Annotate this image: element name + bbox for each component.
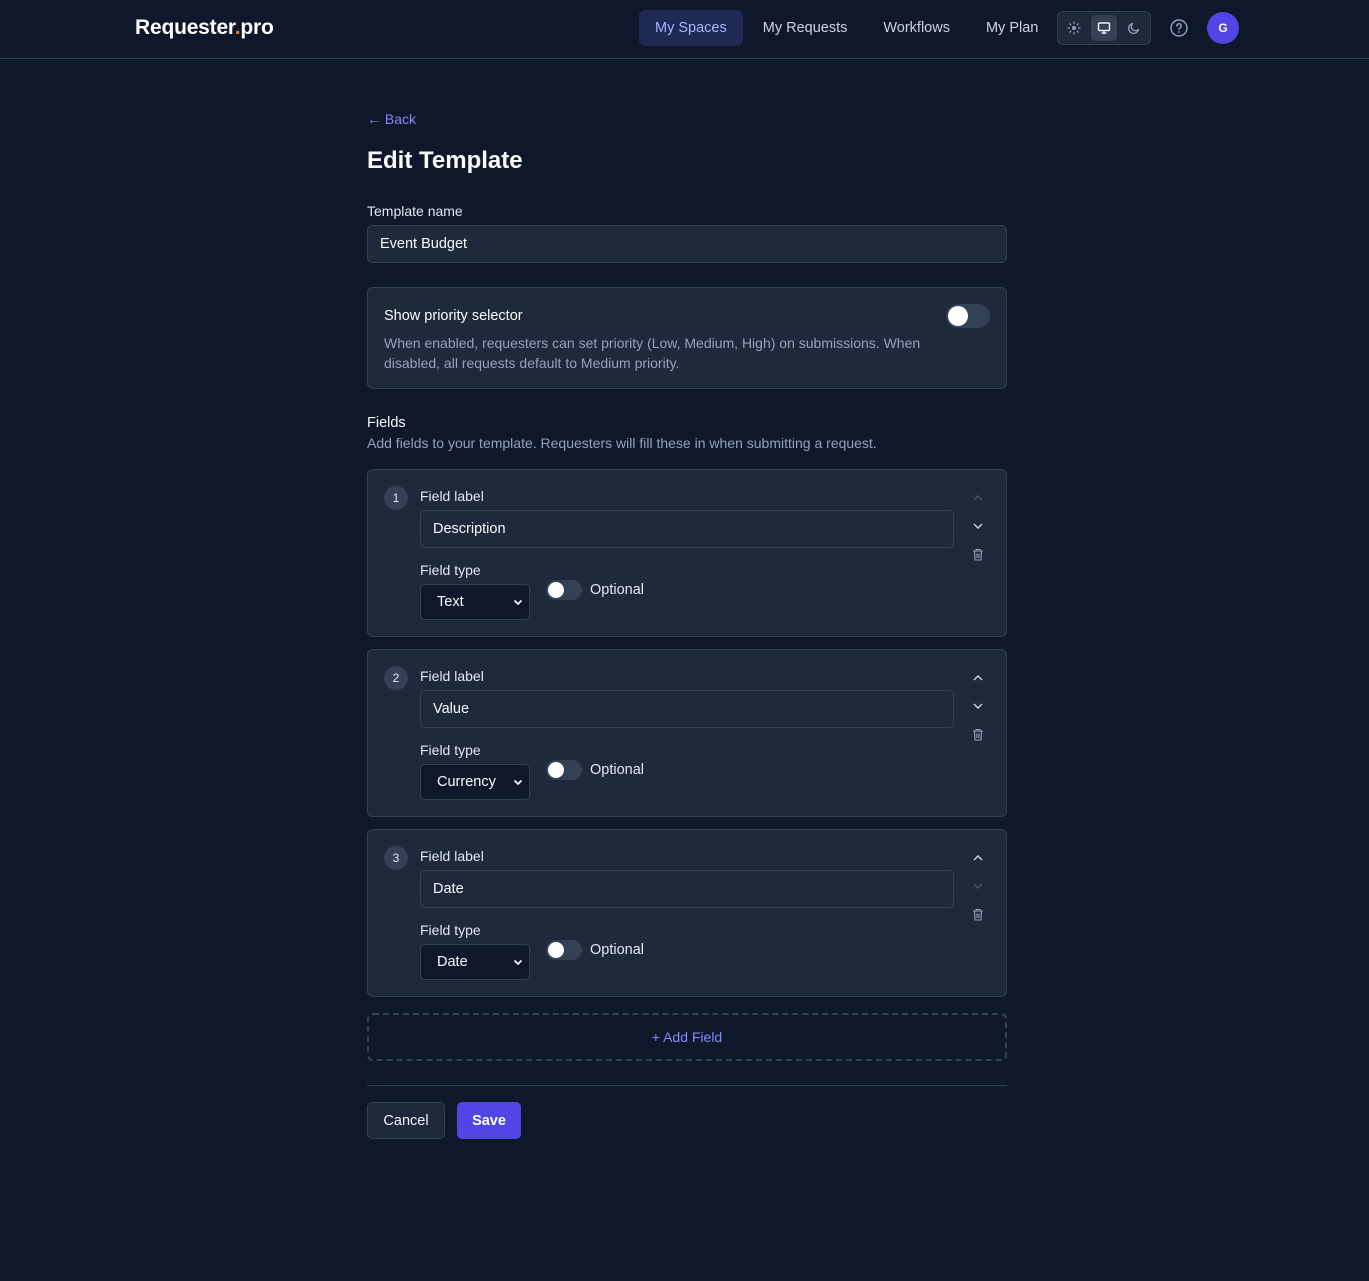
move-down-button[interactable] [968,876,988,896]
move-down-button[interactable] [968,696,988,716]
help-button[interactable] [1169,18,1189,38]
dark-theme-button[interactable] [1120,15,1147,41]
help-circle-icon [1170,19,1188,37]
moon-icon [1127,22,1139,35]
field-type-value: Date [437,954,468,970]
add-field-button[interactable]: + Add Field [367,1013,1007,1061]
delete-field-button[interactable] [968,544,988,564]
field-label-caption: Field label [420,668,484,684]
priority-selector-toggle[interactable] [946,304,990,328]
optional-label: Optional [590,762,645,778]
optional-toggle[interactable] [546,760,582,780]
field-type-value: Currency [437,774,496,790]
cancel-button[interactable]: Cancel [367,1102,445,1139]
chevron-down-icon [973,523,983,529]
field-label-caption: Field label [420,488,484,504]
field-type-caption: Field type [420,562,481,578]
page-title: Edit Template [367,147,523,174]
chevron-up-icon [973,495,983,501]
move-up-button[interactable] [968,668,988,688]
field-card-1: 1 Field label Description Field type Tex… [367,469,1007,637]
field-type-caption: Field type [420,742,481,758]
optional-toggle[interactable] [546,580,582,600]
optional-label: Optional [590,582,645,598]
save-button[interactable]: Save [457,1102,521,1139]
trash-icon [973,548,983,561]
nav-workflows[interactable]: Workflows [867,10,966,46]
template-name-input[interactable]: Event Budget [367,225,1007,263]
field-card-3: 3 Field label Date Field type Date Optio… [367,829,1007,997]
light-theme-button[interactable] [1061,15,1088,41]
fields-section-title: Fields [367,415,406,431]
priority-selector-title: Show priority selector [384,308,523,324]
field-type-select[interactable]: Currency [420,764,530,800]
system-theme-button[interactable] [1090,15,1118,41]
field-type-value: Text [437,594,464,610]
toggle-knob [548,942,564,958]
fields-section-description: Add fields to your template. Requesters … [367,435,877,451]
field-card-2: 2 Field label Value Field type Currency … [367,649,1007,817]
chevron-down-icon [513,599,523,606]
divider [367,1085,1007,1086]
toggle-knob [548,762,564,778]
sun-icon [1067,21,1081,35]
move-down-button[interactable] [968,516,988,536]
chevron-up-icon [973,675,983,681]
chevron-down-icon [973,703,983,709]
user-avatar[interactable]: G [1207,12,1239,44]
field-label-caption: Field label [420,848,484,864]
chevron-down-icon [513,779,523,786]
nav-my-spaces[interactable]: My Spaces [639,10,743,46]
field-type-caption: Field type [420,922,481,938]
priority-selector-description: When enabled, requesters can set priorit… [384,335,921,371]
field-number-badge: 2 [384,666,408,690]
theme-switcher [1057,11,1151,45]
optional-label: Optional [590,942,645,958]
template-name-label: Template name [367,203,463,219]
chevron-down-icon [513,959,523,966]
monitor-icon [1097,22,1111,34]
app-logo[interactable]: Requester.pro [135,16,274,40]
move-up-button[interactable] [968,848,988,868]
optional-toggle[interactable] [546,940,582,960]
field-label-input[interactable]: Description [420,510,954,548]
trash-icon [973,728,983,741]
toggle-knob [948,306,968,326]
chevron-down-icon [973,883,983,889]
priority-selector-card: Show priority selector When enabled, req… [367,287,1007,389]
move-up-button[interactable] [968,488,988,508]
chevron-up-icon [973,855,983,861]
trash-icon [973,908,983,921]
field-type-select[interactable]: Text [420,584,530,620]
back-link[interactable]: ← Back [367,111,416,127]
field-label-input[interactable]: Date [420,870,954,908]
field-number-badge: 1 [384,486,408,510]
field-type-select[interactable]: Date [420,944,530,980]
nav-my-plan[interactable]: My Plan [970,10,1054,46]
toggle-knob [548,582,564,598]
main-nav: My Spaces My Requests Workflows My Plan [639,10,1058,46]
nav-my-requests[interactable]: My Requests [747,10,864,46]
delete-field-button[interactable] [968,724,988,744]
field-number-badge: 3 [384,846,408,870]
top-navigation-bar: Requester.pro My Spaces My Requests Work… [0,0,1369,59]
field-label-input[interactable]: Value [420,690,954,728]
delete-field-button[interactable] [968,904,988,924]
